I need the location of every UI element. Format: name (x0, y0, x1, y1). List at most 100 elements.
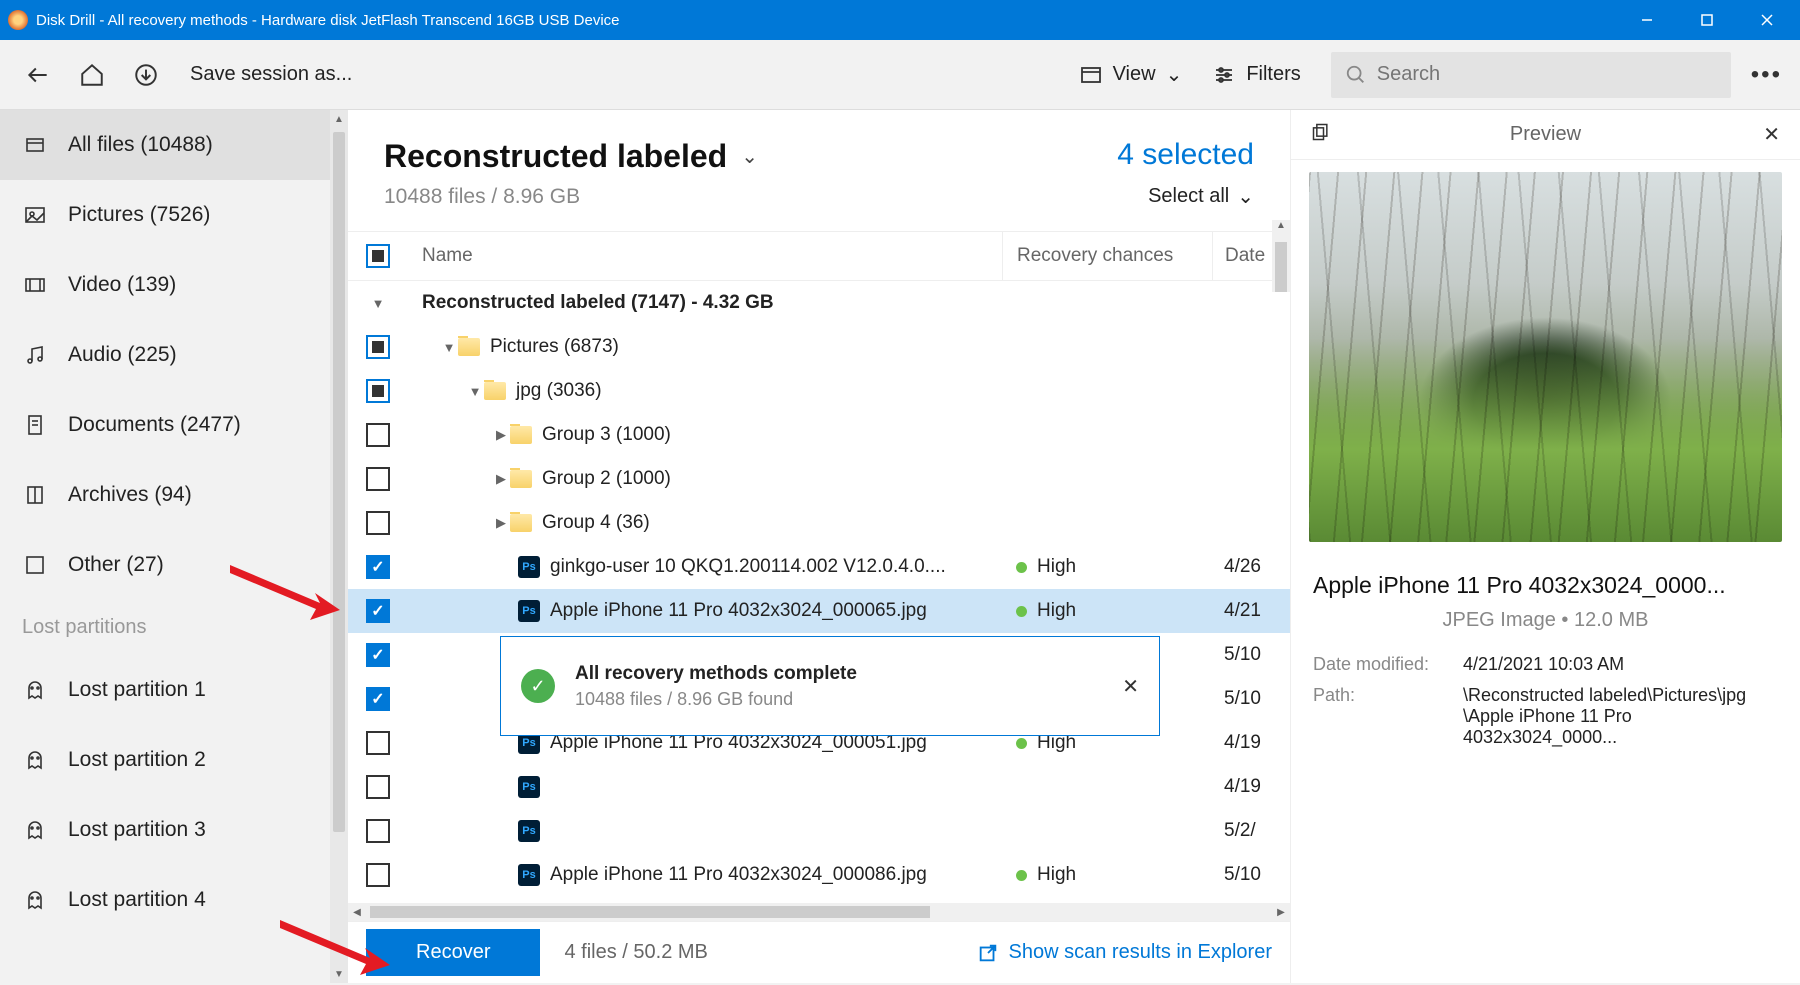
expander-icon[interactable]: ▶ (492, 471, 510, 487)
folder-icon (484, 382, 506, 400)
table-row[interactable]: ▶Group 3 (1000) (348, 413, 1290, 457)
preview-path-key: Path: (1313, 685, 1463, 748)
column-date[interactable]: Date (1212, 232, 1272, 280)
row-checkbox[interactable] (366, 687, 390, 711)
row-checkbox[interactable] (366, 643, 390, 667)
check-circle-icon: ✓ (521, 669, 555, 703)
status-dot-icon (1016, 870, 1027, 881)
breadcrumb[interactable]: Reconstructed labeled ⌄ (384, 138, 758, 175)
preview-title: Preview (1510, 123, 1581, 146)
row-checkbox[interactable] (366, 511, 390, 535)
sidebar-scrollbar[interactable]: ▲ ▼ (330, 110, 348, 983)
more-button[interactable]: ••• (1751, 61, 1782, 89)
scrollbar-thumb[interactable] (333, 132, 345, 832)
sidebar-item-archives[interactable]: Archives (94) (0, 460, 330, 530)
table-row[interactable]: Ps 4/19 (348, 765, 1290, 809)
recover-button[interactable]: Recover (366, 929, 540, 976)
pictures-icon (22, 202, 48, 228)
center-panel: Reconstructed labeled ⌄ 10488 files / 8.… (348, 110, 1290, 983)
status-dot-icon (1016, 738, 1027, 749)
scroll-left-icon[interactable]: ◀ (348, 907, 366, 918)
close-icon[interactable]: ✕ (1763, 122, 1780, 147)
status-dot-icon (1016, 562, 1027, 573)
sidebar-item-label: Video (139) (68, 273, 176, 297)
selected-count: 4 selected (1117, 138, 1254, 172)
sidebar-item-lost-3[interactable]: Lost partition 3 (0, 795, 330, 865)
sidebar-item-label: Documents (2477) (68, 413, 241, 437)
column-name[interactable]: Name (408, 245, 1002, 267)
preview-panel: Preview ✕ Apple iPhone 11 Pro 4032x3024_… (1290, 110, 1800, 983)
sidebar-item-label: All files (10488) (68, 133, 213, 157)
window-title: Disk Drill - All recovery methods - Hard… (36, 12, 1632, 29)
sidebar-item-audio[interactable]: Audio (225) (0, 320, 330, 390)
table-row[interactable]: ▼Pictures (6873) (348, 325, 1290, 369)
row-checkbox[interactable] (366, 775, 390, 799)
copy-icon[interactable] (1311, 122, 1331, 147)
row-checkbox[interactable] (366, 335, 390, 359)
status-dot-icon (1016, 606, 1027, 617)
preview-filename: Apple iPhone 11 Pro 4032x3024_0000... (1313, 572, 1778, 599)
sidebar-item-label: Pictures (7526) (68, 203, 210, 227)
ghost-icon (22, 817, 48, 843)
files-summary: 10488 files / 8.96 GB (384, 185, 758, 209)
view-label: View (1113, 63, 1156, 86)
close-icon[interactable]: ✕ (1122, 674, 1139, 699)
minimize-button[interactable] (1632, 5, 1662, 35)
column-recovery[interactable]: Recovery chances (1002, 232, 1212, 280)
select-all-button[interactable]: Select all ⌄ (1117, 184, 1254, 209)
row-checkbox[interactable] (366, 423, 390, 447)
close-button[interactable] (1752, 5, 1782, 35)
sidebar-item-lost-2[interactable]: Lost partition 2 (0, 725, 330, 795)
search-icon (1345, 64, 1367, 86)
row-checkbox[interactable] (366, 731, 390, 755)
back-button[interactable] (18, 55, 58, 95)
expander-icon[interactable]: ▶ (492, 515, 510, 531)
expander-icon[interactable]: ▶ (492, 427, 510, 443)
table-row[interactable]: ▼jpg (3036) (348, 369, 1290, 413)
audio-icon (22, 342, 48, 368)
row-checkbox[interactable] (366, 819, 390, 843)
table-row[interactable]: PsApple iPhone 11 Pro 4032x3024_000086.j… (348, 853, 1290, 897)
filters-button[interactable]: Filters (1212, 63, 1300, 87)
show-in-explorer-link[interactable]: Show scan results in Explorer (977, 941, 1272, 964)
maximize-button[interactable] (1692, 5, 1722, 35)
download-button[interactable] (126, 55, 166, 95)
table-row[interactable]: ▼ Reconstructed labeled (7147) - 4.32 GB (348, 281, 1290, 325)
preview-path-val: \Reconstructed labeled\Pictures\jpg \App… (1463, 685, 1778, 748)
table-row[interactable]: PsApple iPhone 11 Pro 4032x3024_000065.j… (348, 589, 1290, 633)
ghost-icon (22, 677, 48, 703)
expander-icon[interactable]: ▼ (466, 384, 484, 399)
sidebar-item-lost-1[interactable]: Lost partition 1 (0, 655, 330, 725)
row-checkbox[interactable] (366, 555, 390, 579)
table-row[interactable]: Ps 5/2/ (348, 809, 1290, 853)
table-row[interactable]: ▶Group 2 (1000) (348, 457, 1290, 501)
ps-icon: Ps (518, 556, 540, 578)
expander-icon[interactable]: ▼ (440, 340, 458, 355)
sidebar-item-pictures[interactable]: Pictures (7526) (0, 180, 330, 250)
save-session-label[interactable]: Save session as... (190, 63, 352, 86)
app-icon (8, 10, 28, 30)
expander-icon[interactable]: ▼ (369, 296, 387, 311)
view-button[interactable]: View ⌄ (1079, 62, 1183, 87)
horizontal-scrollbar[interactable]: ◀ ▶ (348, 903, 1290, 921)
select-all-checkbox[interactable] (366, 244, 390, 268)
row-checkbox[interactable] (366, 863, 390, 887)
ps-icon: Ps (518, 776, 540, 798)
sidebar-item-label: Lost partition 3 (68, 818, 206, 842)
home-button[interactable] (72, 55, 112, 95)
archives-icon (22, 482, 48, 508)
scroll-up-icon[interactable]: ▲ (334, 110, 344, 128)
titlebar: Disk Drill - All recovery methods - Hard… (0, 0, 1800, 40)
row-checkbox[interactable] (366, 467, 390, 491)
row-checkbox[interactable] (366, 599, 390, 623)
search-box[interactable] (1331, 52, 1731, 98)
row-checkbox[interactable] (366, 379, 390, 403)
scroll-right-icon[interactable]: ▶ (1272, 907, 1290, 918)
sidebar-item-documents[interactable]: Documents (2477) (0, 390, 330, 460)
sidebar-item-video[interactable]: Video (139) (0, 250, 330, 320)
table-row[interactable]: ▶Group 4 (36) (348, 501, 1290, 545)
scrollbar-thumb[interactable] (370, 906, 930, 918)
sidebar-item-all-files[interactable]: All files (10488) (0, 110, 330, 180)
table-row[interactable]: Psginkgo-user 10 QKQ1.200114.002 V12.0.4… (348, 545, 1290, 589)
search-input[interactable] (1377, 63, 1717, 86)
